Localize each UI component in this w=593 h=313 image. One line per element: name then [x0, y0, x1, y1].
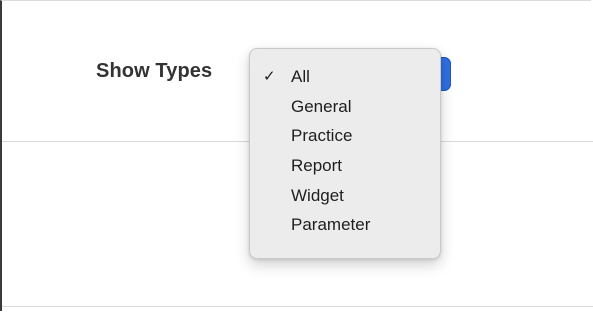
menu-item-parameter[interactable]: Parameter [250, 212, 440, 238]
menu-item-label: All [291, 67, 310, 86]
menu-item-label: Practice [291, 126, 353, 145]
menu-item-label: Report [291, 156, 343, 175]
menu-item-label: General [291, 97, 352, 116]
menu-item-report[interactable]: Report [250, 153, 440, 179]
menu-item-label: Parameter [291, 215, 371, 234]
menu-item-all[interactable]: ✓ All [250, 64, 440, 90]
menu-item-widget[interactable]: Widget [250, 183, 440, 209]
show-types-label: Show Types [96, 60, 213, 82]
menu-item-general[interactable]: General [250, 94, 440, 120]
menu-item-label: Widget [291, 186, 344, 205]
show-types-dropdown-menu: ✓ All General Practice Report Widget Par… [249, 48, 441, 259]
menu-item-practice[interactable]: Practice [250, 123, 440, 149]
checkmark-icon: ✓ [263, 68, 276, 85]
row-divider [2, 306, 593, 307]
